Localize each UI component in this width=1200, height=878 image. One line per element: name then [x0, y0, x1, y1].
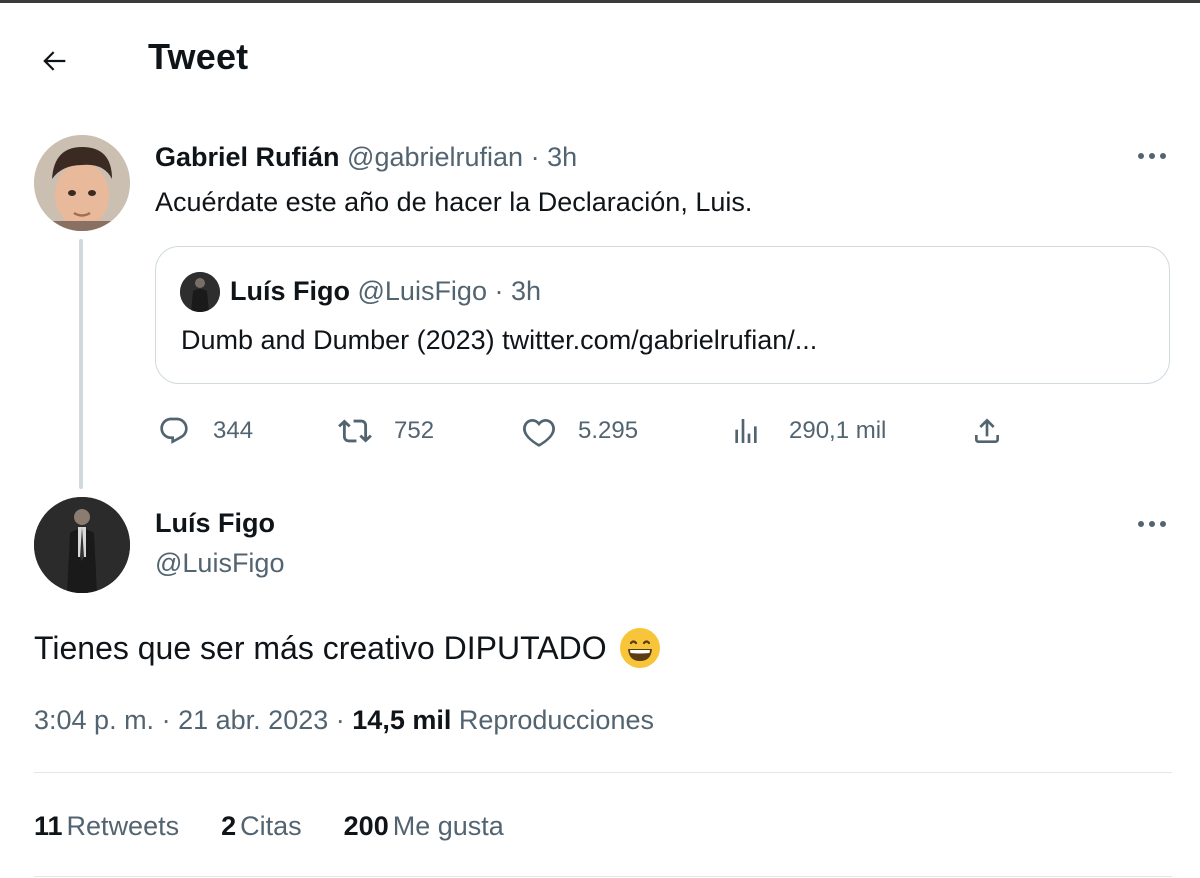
views-total: 14,5 mil — [352, 705, 452, 735]
avatar[interactable] — [34, 497, 130, 593]
reply-button[interactable]: 344 — [155, 411, 253, 451]
page-header: Tweet — [0, 3, 1200, 113]
retweets-count: 11 — [34, 811, 63, 841]
views-label: Reproducciones — [458, 705, 654, 735]
retweet-button[interactable]: 752 — [336, 411, 434, 451]
quoted-avatar — [180, 272, 220, 312]
quoted-tweet-time: 3h — [511, 276, 542, 306]
quotes-stat[interactable]: 2 Citas — [221, 809, 302, 843]
thread-line — [79, 239, 83, 489]
quoted-author-name: Luís Figo — [230, 276, 350, 306]
author-handle[interactable]: @gabrielrufian — [347, 142, 523, 172]
grinning-face-icon — [619, 628, 660, 668]
parent-tweet-header: Gabriel Rufián @gabrielrufian · 3h — [155, 141, 577, 173]
analytics-icon — [727, 412, 765, 450]
arrow-left-icon — [43, 51, 66, 71]
avatar-photo — [34, 497, 130, 593]
separator: · — [335, 705, 345, 735]
author-name[interactable]: Luís Figo — [155, 507, 275, 539]
tweet-page: Tweet Gabriel Rufián @gabrielrufian · 3h… — [0, 0, 1200, 878]
heart-icon — [520, 412, 558, 450]
tweet-metadata: 3:04 p. m. · 21 abr. 2023 · 14,5 mil Rep… — [34, 703, 654, 737]
views-button[interactable]: 290,1 mil — [727, 411, 886, 451]
share-icon — [968, 412, 1006, 450]
more-options-button[interactable] — [1132, 509, 1172, 539]
likes-count: 200 — [343, 811, 389, 841]
reply-count: 344 — [213, 417, 254, 444]
quoted-author-handle: @LuisFigo — [357, 276, 487, 306]
quoted-tweet-text: Dumb and Dumber (2023) twitter.com/gabri… — [181, 325, 818, 355]
views-count: 290,1 mil — [789, 417, 887, 444]
more-icon — [1138, 153, 1166, 159]
tweet-body: Tienes que ser más creativo DIPUTADO — [34, 630, 607, 666]
quotes-label: Citas — [240, 811, 302, 841]
retweet-icon — [336, 412, 374, 450]
page-title: Tweet — [148, 36, 249, 77]
more-icon — [1138, 521, 1166, 527]
back-button[interactable] — [30, 37, 78, 85]
like-button[interactable]: 5.295 — [520, 411, 638, 451]
quoted-tweet-header: Luís Figo @LuisFigo · 3h — [230, 275, 541, 307]
quoted-tweet-card[interactable]: Luís Figo @LuisFigo · 3h Dumb and Dumber… — [155, 246, 1170, 384]
tweet-time[interactable]: 3:04 p. m. — [34, 705, 154, 735]
like-count: 5.295 — [578, 417, 639, 444]
more-options-button[interactable] — [1132, 141, 1172, 171]
tweet-time[interactable]: 3h — [547, 142, 577, 172]
engagement-stats: 11 Retweets 2 Citas 200 Me gusta — [34, 809, 546, 843]
avatar[interactable] — [34, 135, 130, 231]
main-tweet-text: Tienes que ser más creativo DIPUTADO — [34, 627, 661, 669]
retweets-label: Retweets — [66, 811, 180, 841]
divider — [34, 876, 1172, 877]
quotes-count: 2 — [221, 811, 237, 841]
retweet-count: 752 — [394, 417, 435, 444]
author-name[interactable]: Gabriel Rufián — [155, 142, 340, 172]
parent-tweet-text: Acuérdate este año de hacer la Declaraci… — [155, 187, 753, 217]
reply-icon — [155, 412, 193, 450]
author-handle[interactable]: @LuisFigo — [155, 547, 284, 579]
divider — [34, 772, 1172, 773]
separator: · — [161, 705, 171, 735]
share-button[interactable] — [968, 411, 1006, 451]
separator: · — [530, 142, 540, 172]
retweets-stat[interactable]: 11 Retweets — [34, 809, 179, 843]
separator: · — [494, 276, 504, 306]
likes-label: Me gusta — [392, 811, 504, 841]
likes-stat[interactable]: 200 Me gusta — [344, 809, 504, 843]
tweet-date[interactable]: 21 abr. 2023 — [178, 705, 328, 735]
avatar-photo — [34, 135, 130, 231]
